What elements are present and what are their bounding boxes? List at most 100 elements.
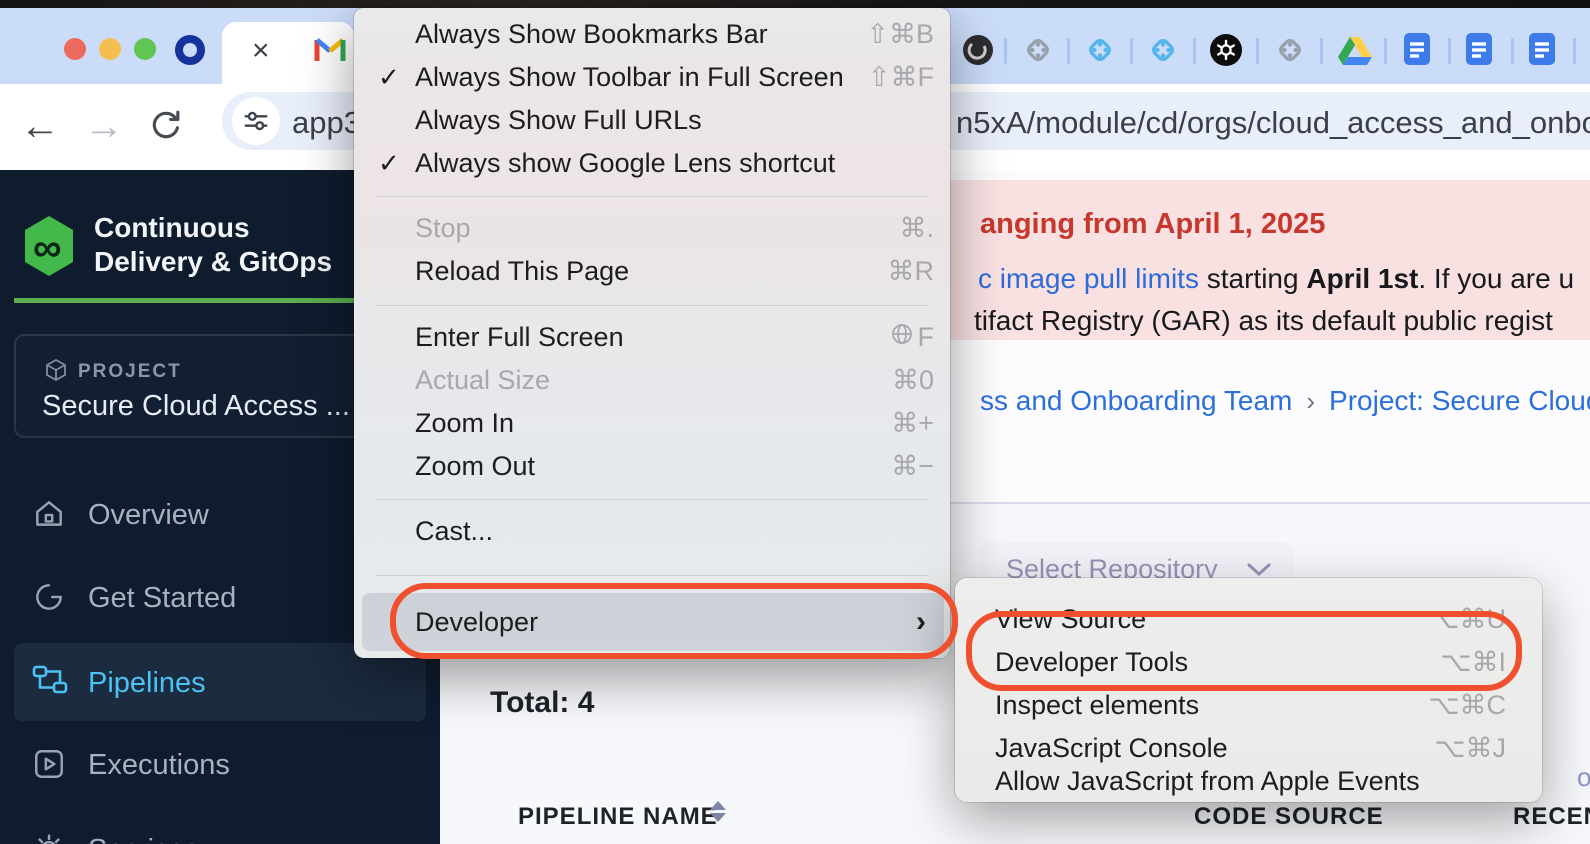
tune-icon[interactable] [232, 97, 280, 145]
tab-favicon-harness-blue[interactable] [1084, 34, 1116, 71]
menu-item-label: Inspect elements [995, 690, 1428, 721]
menu-item-shortcut: ⌘. [899, 213, 934, 244]
tab-separator [1320, 38, 1323, 64]
column-header-code-source[interactable]: CODE SOURCE [1194, 803, 1384, 831]
menu-item-zoom-in[interactable]: Zoom In ⌘+ [354, 402, 950, 445]
menu-item-label: Zoom In [415, 408, 891, 439]
breadcrumb-project-link[interactable]: Project: Secure Cloud Acc [1329, 385, 1590, 416]
tab-favicon-dark-circle[interactable] [962, 34, 994, 71]
breadcrumb: ss and Onboarding Team›Project: Secure C… [980, 385, 1590, 417]
tab-separator [1573, 38, 1576, 64]
tab-favicon-google-docs[interactable] [1466, 33, 1492, 70]
tab-favicon-google-docs[interactable] [1404, 33, 1430, 70]
menu-item-always-show-full-urls[interactable]: Always Show Full URLs [354, 99, 950, 142]
column-header-pipeline-name[interactable]: PIPELINE NAME [518, 803, 718, 831]
globe-icon [890, 322, 914, 353]
menu-item-google-lens-shortcut[interactable]: ✓ Always show Google Lens shortcut [354, 142, 950, 185]
menu-item-shortcut: ⌥⌘U [1428, 604, 1506, 635]
tab-favicon-google-drive[interactable] [1338, 36, 1372, 71]
developer-submenu-panel: View Source ⌥⌘U Developer Tools ⌥⌘I Insp… [955, 578, 1542, 802]
traffic-light-close[interactable] [64, 38, 86, 60]
menu-item-always-show-toolbar[interactable]: ✓ Always Show Toolbar in Full Screen ⇧⌘F [354, 56, 950, 99]
window-top-edge [0, 0, 1590, 8]
banner-link[interactable]: c image pull limits [978, 263, 1199, 294]
menu-item-label: Stop [415, 213, 899, 244]
tab-favicon-harness-blue[interactable] [1147, 34, 1179, 71]
gear-icon [32, 832, 66, 844]
menu-item-reload-this-page[interactable]: Reload This Page ⌘R [354, 250, 950, 293]
pipelines-icon [32, 665, 68, 702]
tab-close-icon[interactable]: × [252, 34, 270, 68]
menu-item-label: Developer [415, 607, 916, 638]
menu-item-shortcut: ⌥⌘I [1440, 647, 1506, 678]
sidebar-item-label: Pipelines [88, 667, 206, 700]
infinity-glyph: ∞ [33, 226, 62, 271]
menu-item-always-show-bookmarks-bar[interactable]: Always Show Bookmarks Bar ⇧⌘B [354, 13, 950, 56]
menu-item-label: Always Show Full URLs [415, 105, 934, 136]
menu-item-shortcut: ⌘R [888, 256, 935, 287]
forward-icon[interactable]: → [84, 104, 124, 149]
menu-item-shortcut: ⌘− [891, 451, 934, 482]
tab-separator [1511, 38, 1514, 64]
pinned-tab-favicon-ring[interactable] [175, 35, 205, 65]
submenu-item-view-source[interactable]: View Source ⌥⌘U [955, 598, 1542, 641]
tab-separator [1448, 38, 1451, 64]
menu-separator [376, 305, 928, 306]
menu-item-shortcut: ⇧⌘F [868, 62, 934, 93]
get-started-icon [32, 580, 66, 619]
tab-favicon-openai[interactable] [1210, 34, 1242, 71]
executions-icon [32, 747, 66, 786]
menu-item-label: View Source [995, 604, 1428, 635]
menu-item-label: Always show Google Lens shortcut [415, 148, 934, 179]
sidebar-item-label: Overview [88, 499, 209, 532]
menu-item-developer[interactable]: Developer › [362, 593, 944, 651]
home-icon [32, 497, 66, 536]
menu-separator [376, 196, 928, 197]
menu-item-zoom-out[interactable]: Zoom Out ⌘− [354, 445, 950, 488]
submenu-chevron-icon: › [916, 605, 926, 639]
menu-item-enter-full-screen[interactable]: Enter Full Screen F [354, 316, 950, 359]
menu-item-cast[interactable]: Cast... [354, 510, 950, 553]
traffic-light-fullscreen[interactable] [134, 38, 156, 60]
reload-icon[interactable] [148, 108, 184, 149]
submenu-item-inspect-elements[interactable]: Inspect elements ⌥⌘C [955, 684, 1542, 727]
sidebar-item-executions[interactable]: Executions [0, 733, 440, 797]
banner-heading: anging from April 1, 2025 [980, 208, 1325, 241]
tab-favicon-harness-gray[interactable] [1022, 34, 1054, 71]
module-title-line1: Continuous [94, 212, 250, 244]
breadcrumb-org-link[interactable]: ss and Onboarding Team [980, 385, 1292, 416]
menu-item-shortcut: ⌥⌘J [1434, 733, 1506, 764]
menu-item-label: Developer Tools [995, 647, 1440, 678]
tab-favicon-harness-gray[interactable] [1274, 34, 1306, 71]
menu-item-label: Reload This Page [415, 256, 888, 287]
menu-item-label: Cast... [415, 516, 934, 547]
tab-favicon-google-docs[interactable] [1529, 33, 1555, 70]
menu-item-shortcut: ⌘+ [891, 408, 934, 439]
module-title-line2: Delivery & GitOps [94, 246, 332, 278]
menu-item-shortcut: ⌥⌘C [1428, 690, 1506, 721]
project-name: Secure Cloud Access ... [42, 390, 350, 423]
partially-hidden-text: or [1577, 762, 1590, 793]
menu-item-stop: Stop ⌘. [354, 207, 950, 250]
traffic-light-minimize[interactable] [99, 38, 121, 60]
menu-item-label: Actual Size [415, 365, 892, 396]
sidebar-item-pipelines[interactable]: Pipelines [0, 651, 440, 715]
breadcrumb-separator: › [1292, 386, 1329, 416]
column-header-recent[interactable]: RECENT [1513, 803, 1590, 831]
gmail-tab-favicon[interactable] [314, 36, 346, 67]
sidebar-item-label: Services [88, 834, 199, 844]
submenu-item-allow-javascript-apple-events[interactable]: Allow JavaScript from Apple Events [955, 763, 1542, 799]
sidebar-item-services[interactable]: Services [0, 818, 440, 844]
total-count: Total: 4 [490, 686, 594, 720]
menu-item-shortcut: F [918, 322, 935, 353]
tab-separator [1256, 38, 1259, 64]
submenu-item-developer-tools[interactable]: Developer Tools ⌥⌘I [955, 641, 1542, 684]
sort-icon[interactable] [710, 801, 726, 822]
menu-item-label: Always Show Toolbar in Full Screen [415, 62, 868, 93]
menu-item-shortcut: ⌘0 [892, 365, 934, 396]
menu-item-actual-size: Actual Size ⌘0 [354, 359, 950, 402]
back-icon[interactable]: ← [20, 104, 60, 149]
project-label: PROJECT [78, 361, 182, 383]
tab-separator [1130, 38, 1133, 64]
menu-item-label: Allow JavaScript from Apple Events [995, 766, 1506, 797]
